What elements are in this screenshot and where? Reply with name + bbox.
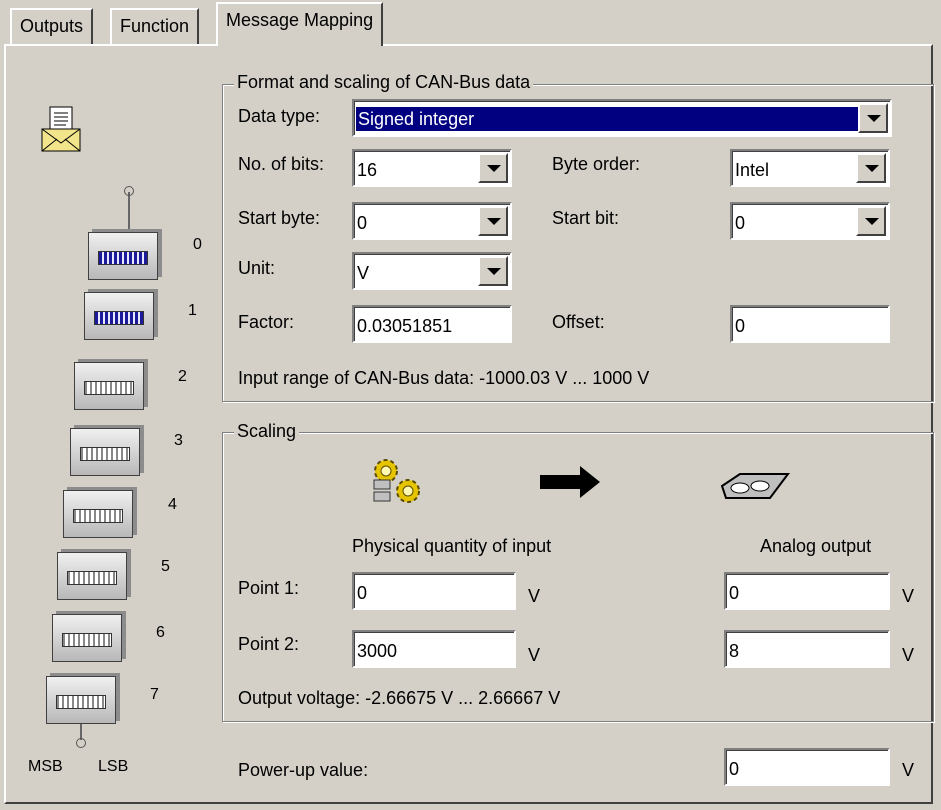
byte-module-display [80, 447, 130, 461]
gears-icon [368, 456, 428, 508]
format-group-title: Format and scaling of CAN-Bus data [234, 72, 534, 93]
unit-value: V [357, 263, 370, 283]
chevron-down-icon[interactable] [858, 103, 888, 133]
power-up-unit: V [902, 760, 915, 780]
byte-module-display [67, 571, 117, 585]
offset-input[interactable]: 0 [730, 305, 890, 343]
point1-input-unit: V [528, 586, 541, 606]
bits-value: 16 [357, 160, 378, 180]
analog-output-header: Analog output [760, 536, 872, 556]
bits-select[interactable]: 16 [352, 149, 512, 187]
output-voltage-text: Output voltage: -2.66675 V ... 2.66667 V [238, 688, 561, 708]
right-arrow-icon [540, 466, 602, 498]
byte-number-4: 4 [168, 496, 177, 513]
byte-order-select[interactable]: Intel [730, 149, 890, 187]
byte-number-6: 6 [156, 624, 165, 641]
point1-input-value: 0 [357, 583, 368, 603]
byte-module-3 [70, 428, 140, 476]
start-bit-value: 0 [735, 213, 746, 233]
point1-output-value: 0 [729, 583, 740, 603]
point2-output-unit: V [902, 645, 915, 665]
tab-function-label: Function [120, 16, 190, 36]
byte-module-display [84, 381, 134, 395]
point2-label: Point 2: [238, 634, 300, 654]
point2-output-value: 8 [729, 641, 740, 661]
tab-message-mapping-label: Message Mapping [226, 10, 374, 30]
start-byte-select[interactable]: 0 [352, 202, 512, 240]
point2-input-value: 3000 [357, 641, 398, 661]
tab-outputs[interactable]: Outputs [10, 8, 94, 44]
byte-number-1: 1 [188, 302, 197, 319]
factor-value: 0.03051851 [357, 316, 453, 336]
start-bit-label: Start bit: [552, 208, 620, 228]
point2-input-unit: V [528, 645, 541, 665]
scaling-group-title: Scaling [234, 421, 300, 442]
power-up-value: 0 [729, 759, 740, 779]
power-up-input[interactable]: 0 [724, 748, 890, 786]
offset-label: Offset: [552, 312, 605, 332]
point2-input-field[interactable]: 3000 [352, 630, 516, 668]
point2-output-field[interactable]: 8 [724, 630, 890, 668]
unit-select[interactable]: V [352, 252, 512, 290]
stack-top-pin [124, 186, 134, 196]
stack-top-wire [128, 192, 130, 232]
envelope-document-icon [40, 105, 88, 153]
byte-number-2: 2 [178, 368, 187, 385]
point1-output-field[interactable]: 0 [724, 572, 890, 610]
msb-label: MSB [28, 758, 63, 775]
bits-label: No. of bits: [238, 154, 325, 174]
byte-number-0: 0 [193, 236, 202, 253]
chevron-down-icon[interactable] [478, 153, 508, 183]
chevron-down-icon[interactable] [856, 206, 886, 236]
byte-number-5: 5 [161, 558, 170, 575]
byte-module-1 [84, 292, 154, 340]
input-range-text: Input range of CAN-Bus data: -1000.03 V … [238, 368, 650, 388]
byte-module-display [56, 695, 106, 709]
byte-number-3: 3 [174, 432, 183, 449]
byte-module-6 [52, 614, 122, 662]
data-type-label: Data type: [238, 106, 321, 126]
data-type-value: Signed integer [356, 107, 858, 131]
analog-module-icon [720, 470, 790, 502]
factor-label: Factor: [238, 312, 295, 332]
data-type-select[interactable]: Signed integer [352, 99, 892, 137]
chevron-down-icon[interactable] [478, 206, 508, 236]
power-up-label: Power-up value: [238, 760, 369, 780]
chevron-down-icon[interactable] [478, 256, 508, 286]
unit-label: Unit: [238, 258, 276, 278]
byte-module-0 [88, 232, 158, 280]
byte-module-display [73, 509, 123, 523]
point1-output-unit: V [902, 586, 915, 606]
point1-input-field[interactable]: 0 [352, 572, 516, 610]
byte-order-label: Byte order: [552, 154, 641, 174]
byte-order-value: Intel [735, 160, 770, 180]
start-bit-select[interactable]: 0 [730, 202, 890, 240]
factor-input[interactable]: 0.03051851 [352, 305, 512, 343]
tab-outputs-label: Outputs [20, 16, 84, 36]
offset-value: 0 [735, 316, 746, 336]
chevron-down-icon[interactable] [856, 153, 886, 183]
byte-module-5 [57, 552, 127, 600]
physical-quantity-header: Physical quantity of input [352, 536, 552, 556]
byte-module-2 [74, 362, 144, 410]
byte-module-4 [63, 490, 133, 538]
stack-bottom-pin [76, 738, 86, 748]
byte-module-7 [46, 676, 116, 724]
start-byte-label: Start byte: [238, 208, 321, 228]
point1-label: Point 1: [238, 578, 300, 598]
byte-module-display [94, 311, 144, 325]
tab-message-mapping[interactable]: Message Mapping [216, 2, 384, 46]
byte-module-display [98, 251, 148, 265]
lsb-label: LSB [98, 758, 129, 775]
tab-function[interactable]: Function [110, 8, 200, 44]
start-byte-value: 0 [357, 213, 368, 233]
byte-module-display [62, 633, 112, 647]
byte-number-7: 7 [150, 686, 159, 703]
